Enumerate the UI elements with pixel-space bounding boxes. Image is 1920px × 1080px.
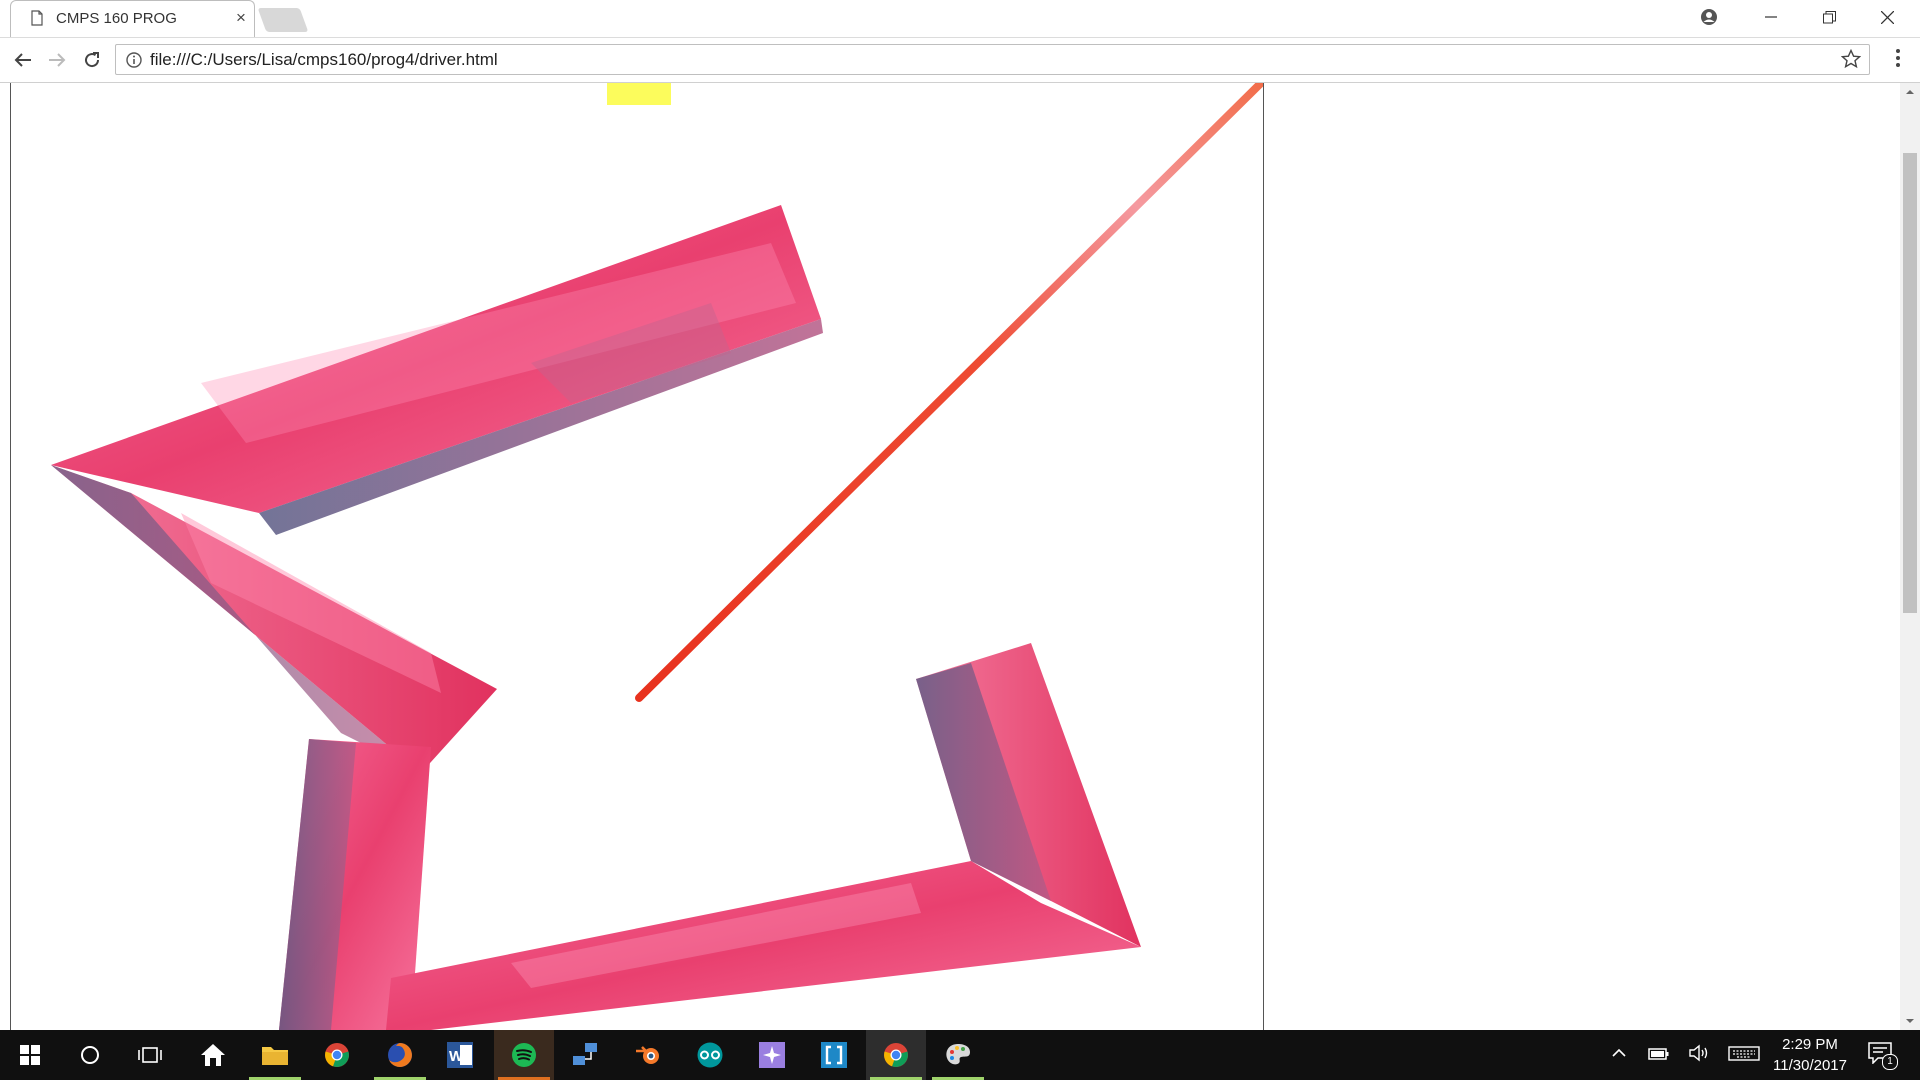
- svg-text:W: W: [449, 1048, 464, 1065]
- word-icon: W: [447, 1042, 473, 1068]
- clock-time: 2:29 PM: [1782, 1036, 1838, 1053]
- arrow-left-icon: [14, 53, 31, 67]
- browser-tab[interactable]: CMPS 160 PROG ×: [10, 0, 255, 37]
- taskbar-chrome[interactable]: [307, 1030, 367, 1080]
- notification-count: 1: [1882, 1054, 1898, 1070]
- taskbar-firefox[interactable]: [370, 1030, 430, 1080]
- close-icon: [1880, 10, 1894, 24]
- minimize-icon: [1765, 16, 1777, 18]
- profile-icon: [1701, 9, 1717, 25]
- taskbar-spotify[interactable]: [494, 1030, 554, 1080]
- scene-render: [51, 83, 1263, 1030]
- battery-icon[interactable]: [1648, 1044, 1670, 1062]
- reload-button[interactable]: [77, 46, 107, 74]
- purple-app-icon: [759, 1042, 785, 1068]
- arrow-right-icon: [49, 53, 66, 67]
- taskbar-network-app[interactable]: [555, 1030, 615, 1080]
- windows-logo-icon: [20, 1045, 40, 1065]
- tab-title: CMPS 160 PROG: [56, 10, 177, 27]
- taskbar-home[interactable]: [183, 1030, 243, 1080]
- spotify-icon: [512, 1043, 536, 1067]
- bracket-app-icon: [821, 1042, 847, 1068]
- cortana-button[interactable]: [60, 1030, 120, 1080]
- restore-button[interactable]: [1800, 0, 1858, 34]
- scroll-up-icon[interactable]: [1900, 85, 1920, 99]
- red-line: [635, 83, 1263, 702]
- close-window-button[interactable]: [1858, 0, 1916, 34]
- browser-toolbar: file:///C:/Users/Lisa/cmps160/prog4/driv…: [0, 38, 1920, 83]
- restore-icon: [1822, 10, 1836, 23]
- tab-close-button[interactable]: ×: [236, 8, 246, 28]
- clock-date: 11/30/2017: [1773, 1057, 1847, 1074]
- blender-icon: [636, 1046, 659, 1064]
- chrome-icon: [325, 1043, 349, 1067]
- chevron-up-icon[interactable]: [1610, 1044, 1628, 1062]
- scroll-down-icon[interactable]: [1900, 1014, 1920, 1028]
- firefox-icon: [388, 1043, 412, 1067]
- page-viewport: [0, 83, 1920, 1030]
- url-text[interactable]: file:///C:/Users/Lisa/cmps160/prog4/driv…: [150, 50, 498, 70]
- new-tab-button[interactable]: [257, 8, 309, 32]
- forward-button[interactable]: [42, 46, 72, 74]
- back-button[interactable]: [8, 46, 38, 74]
- webgl-canvas[interactable]: [10, 83, 1264, 1030]
- taskbar-paint[interactable]: [928, 1030, 988, 1080]
- address-bar[interactable]: file:///C:/Users/Lisa/cmps160/prog4/driv…: [115, 44, 1870, 75]
- document-icon: [31, 10, 43, 26]
- home-icon: [201, 1044, 225, 1066]
- title-bar: CMPS 160 PROG ×: [0, 0, 1920, 38]
- cortana-circle-icon: [81, 1046, 99, 1064]
- bookmark-star-icon[interactable]: [1841, 49, 1861, 69]
- taskbar-clock[interactable]: 2:29 PM 11/30/2017: [1760, 1034, 1860, 1076]
- minimize-button[interactable]: [1742, 0, 1800, 34]
- menu-kebab-icon[interactable]: [1888, 48, 1908, 68]
- info-icon: [126, 52, 142, 68]
- profile-button[interactable]: [1680, 0, 1738, 34]
- shape-upper-arm: [51, 205, 823, 535]
- arduino-icon: [697, 1042, 723, 1068]
- taskbar-app-purple[interactable]: [742, 1030, 802, 1080]
- yellow-highlight: [607, 83, 671, 105]
- task-view-icon: [138, 1047, 162, 1063]
- reload-icon: [85, 52, 100, 68]
- shape-lower-right-bracket: [386, 643, 1141, 1030]
- windows-taskbar: W 2:29 PM 11/30/2017 1: [0, 1030, 1920, 1080]
- folder-icon: [262, 1047, 288, 1065]
- taskbar-blender[interactable]: [618, 1030, 678, 1080]
- keyboard-icon[interactable]: [1728, 1044, 1760, 1062]
- paint-palette-icon: [946, 1044, 970, 1065]
- volume-icon[interactable]: [1688, 1044, 1710, 1062]
- taskbar-chrome-active[interactable]: [866, 1030, 926, 1080]
- taskbar-arduino[interactable]: [680, 1030, 740, 1080]
- taskbar-file-explorer[interactable]: [245, 1030, 305, 1080]
- taskbar-app-bracket[interactable]: [804, 1030, 864, 1080]
- action-center-button[interactable]: 1: [1868, 1040, 1898, 1070]
- network-icon: [573, 1043, 597, 1065]
- task-view-button[interactable]: [120, 1030, 180, 1080]
- taskbar-word[interactable]: W: [430, 1030, 490, 1080]
- vertical-scrollbar[interactable]: [1900, 83, 1920, 1030]
- scrollbar-thumb[interactable]: [1903, 153, 1917, 613]
- chrome-icon: [884, 1043, 908, 1067]
- start-button[interactable]: [0, 1030, 60, 1080]
